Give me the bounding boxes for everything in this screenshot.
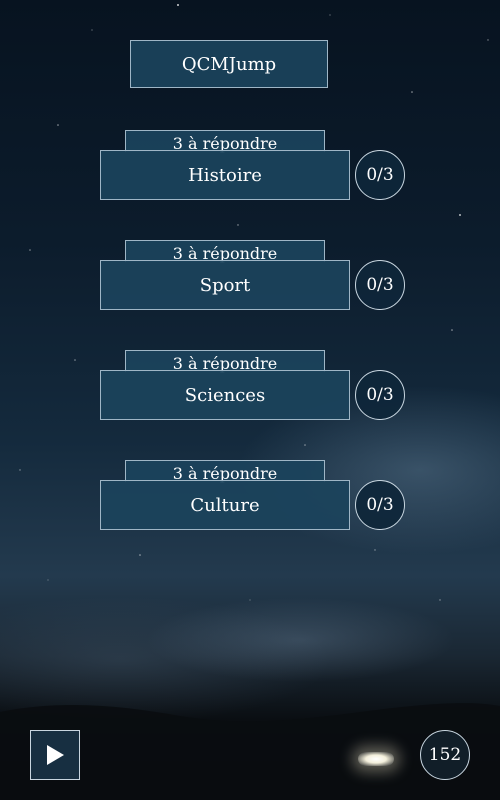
category-button-sciences[interactable]: Sciences	[100, 370, 350, 420]
questions-remaining-badge: 3 à répondre	[125, 240, 325, 262]
questions-remaining-badge: 3 à répondre	[125, 460, 325, 482]
quiz-entry-culture: 3 à répondre Culture 0/3	[0, 460, 500, 570]
questions-remaining-badge: 3 à répondre	[125, 350, 325, 372]
play-icon	[47, 745, 64, 765]
quiz-entry-sport: 3 à répondre Sport 0/3	[0, 240, 500, 350]
points-counter: 152	[420, 730, 470, 780]
play-button[interactable]	[30, 730, 80, 780]
score-badge: 0/3	[355, 480, 405, 530]
score-badge: 0/3	[355, 370, 405, 420]
score-badge: 0/3	[355, 260, 405, 310]
app-title: QCMJump	[130, 40, 328, 88]
questions-remaining-badge: 3 à répondre	[125, 130, 325, 152]
quiz-entry-sciences: 3 à répondre Sciences 0/3	[0, 350, 500, 460]
distant-light	[358, 752, 394, 766]
score-badge: 0/3	[355, 150, 405, 200]
quiz-entry-histoire: 3 à répondre Histoire 0/3	[0, 130, 500, 240]
category-button-histoire[interactable]: Histoire	[100, 150, 350, 200]
category-button-culture[interactable]: Culture	[100, 480, 350, 530]
category-button-sport[interactable]: Sport	[100, 260, 350, 310]
